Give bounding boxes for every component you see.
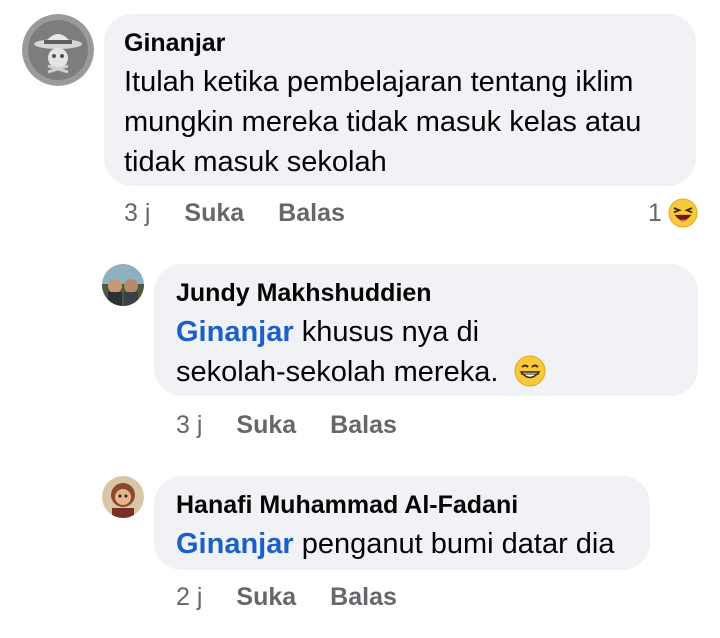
comment-time[interactable]: 3 j <box>176 411 202 440</box>
cartoon-avatar-icon <box>102 476 144 518</box>
comment-text: Ginanjar penganut bumi datar dia <box>176 524 628 564</box>
reply-button[interactable]: Balas <box>330 583 397 612</box>
reply-button[interactable]: Balas <box>278 199 345 228</box>
comment-time[interactable]: 3 j <box>124 199 150 228</box>
comment-bubble: Jundy Makhshuddien Ginanjar khusus nya d… <box>154 264 698 396</box>
comment-actions: 2 j Suka Balas <box>176 580 397 614</box>
comment-text-line: sekolah-sekolah mereka. <box>176 356 507 388</box>
comment-bubble: Ginanjar Itulah ketika pembelajaran tent… <box>104 14 696 186</box>
group-photo-avatar-icon <box>102 264 144 306</box>
reaction-summary[interactable]: 1 <box>648 196 698 230</box>
reply-button[interactable]: Balas <box>330 411 397 440</box>
straw-hat-avatar-icon <box>22 14 94 86</box>
mention-link[interactable]: Ginanjar <box>176 316 294 348</box>
comment-time[interactable]: 2 j <box>176 583 202 612</box>
grinning-emoji-icon <box>514 355 546 387</box>
comment-text: Ginanjar khusus nya di sekolah-sekolah me… <box>176 312 676 392</box>
like-button[interactable]: Suka <box>236 583 296 612</box>
avatar[interactable] <box>22 14 94 86</box>
comment-bubble: Hanafi Muhammad Al-Fadani Ginanjar penga… <box>154 476 650 570</box>
comment-actions: 3 j Suka Balas <box>124 196 345 230</box>
mention-link[interactable]: Ginanjar <box>176 528 294 560</box>
comment-text: Itulah ketika pembelajaran tentang iklim… <box>124 66 642 178</box>
laughing-emoji-icon <box>668 198 698 228</box>
comment-text-line: penganut bumi datar dia <box>293 528 615 560</box>
like-button[interactable]: Suka <box>184 199 244 228</box>
reaction-count: 1 <box>648 198 662 227</box>
avatar[interactable] <box>102 476 144 518</box>
comment-author[interactable]: Ginanjar <box>124 28 676 58</box>
comment-text-line: khusus nya di <box>293 316 480 348</box>
comment-author[interactable]: Jundy Makhshuddien <box>176 278 676 308</box>
comment-actions: 3 j Suka Balas <box>176 408 397 442</box>
comment-author[interactable]: Hanafi Muhammad Al-Fadani <box>176 490 628 520</box>
avatar[interactable] <box>102 264 144 306</box>
like-button[interactable]: Suka <box>236 411 296 440</box>
